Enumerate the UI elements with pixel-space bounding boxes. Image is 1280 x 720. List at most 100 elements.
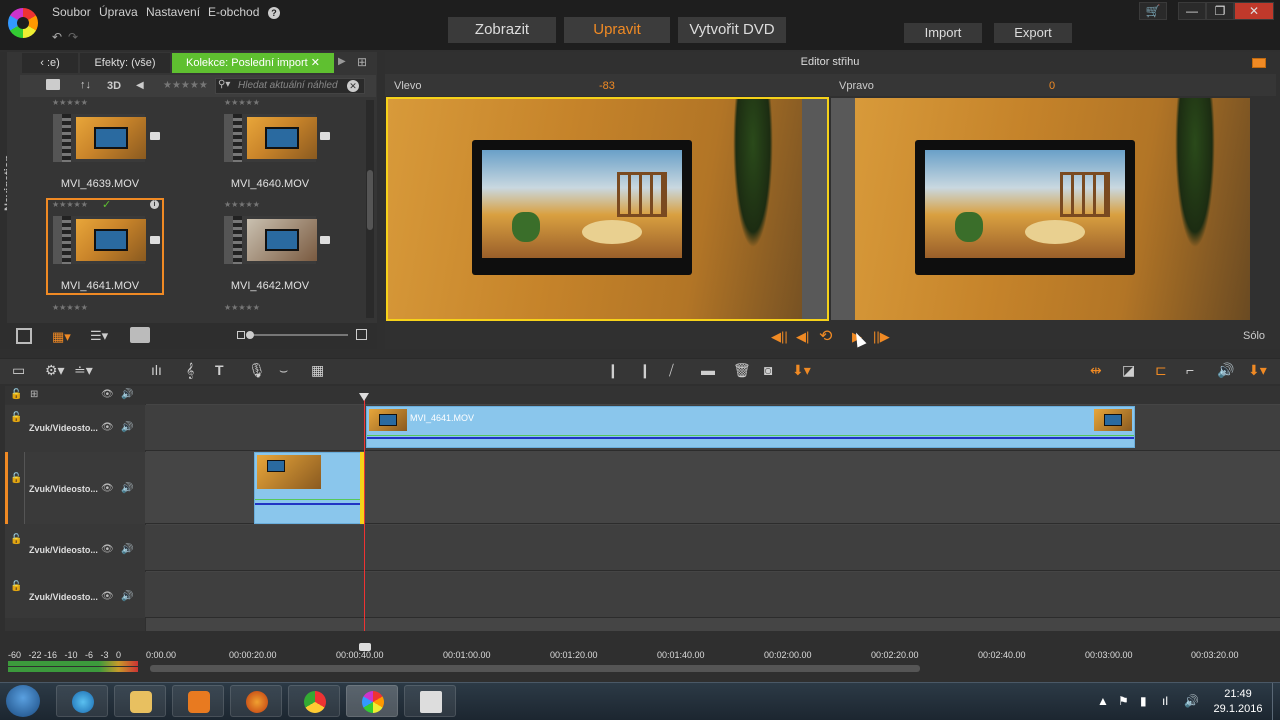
add-track-icon[interactable]: ⊞ bbox=[30, 389, 38, 400]
library-search-input[interactable]: Hledat aktuální náhled bbox=[215, 78, 365, 94]
clip-rating[interactable]: ★★★★★ bbox=[224, 303, 260, 312]
taskbar-internet-explorer[interactable] bbox=[56, 685, 108, 717]
loop-button[interactable]: ⟲ bbox=[819, 326, 832, 346]
folder-icon[interactable] bbox=[46, 79, 60, 90]
track-name[interactable]: Zvuk/Videosto... bbox=[29, 592, 98, 602]
track-speaker-icon[interactable]: 🔊 bbox=[121, 591, 133, 602]
settings-icon[interactable]: ⚙▾ bbox=[45, 362, 65, 379]
timeline-panel-icon[interactable]: ▭ bbox=[12, 362, 25, 379]
clip-label-mvi-4639[interactable]: MVI_4639.MOV bbox=[40, 178, 160, 190]
delete-icon[interactable]: 🗑 bbox=[733, 362, 751, 379]
tray-expand-icon[interactable]: ▲ bbox=[1097, 694, 1109, 708]
right-preview-frame[interactable] bbox=[855, 98, 1250, 320]
sort-icon[interactable]: ↑↓ bbox=[80, 79, 91, 91]
menu-settings[interactable]: Nastavení bbox=[146, 5, 200, 19]
scorefitter-icon[interactable]: 𝄞 bbox=[186, 362, 194, 379]
voiceover-icon[interactable]: 🎙 bbox=[248, 362, 266, 379]
tab-library-previous[interactable]: ‹ :e) bbox=[22, 53, 78, 73]
track-eye-icon[interactable]: 👁 bbox=[101, 591, 114, 602]
library-scrollbar-thumb[interactable] bbox=[367, 170, 373, 230]
app-logo-icon[interactable] bbox=[8, 8, 38, 38]
taskbar-recorder[interactable] bbox=[404, 685, 456, 717]
ruler-playhead-marker[interactable] bbox=[359, 643, 371, 651]
clip-label-mvi-4642[interactable]: MVI_4642.MOV bbox=[210, 280, 330, 292]
close-button[interactable]: ✕ bbox=[1234, 2, 1274, 20]
rating-filter[interactable]: ★★★★★ bbox=[163, 80, 208, 91]
3d-filter-button[interactable]: 3D bbox=[107, 80, 121, 92]
taskbar-explorer[interactable] bbox=[114, 685, 166, 717]
taskbar-chrome[interactable] bbox=[288, 685, 340, 717]
menu-edit[interactable]: Úprava bbox=[99, 5, 138, 19]
smart-mode-icon[interactable]: ◪ bbox=[1122, 362, 1135, 379]
grid-view-icon[interactable]: ▦▾ bbox=[52, 329, 71, 345]
timeline-scrollbar[interactable] bbox=[150, 665, 920, 672]
split-clip-icon[interactable]: ⧸ bbox=[669, 362, 674, 379]
clock-date[interactable]: 29.1.2016 bbox=[1208, 703, 1268, 715]
info-icon[interactable]: i bbox=[150, 200, 159, 209]
marker-icon[interactable]: ⬇▾ bbox=[792, 362, 811, 379]
clip-rating[interactable]: ★★★★★ bbox=[52, 98, 88, 107]
volume-icon[interactable]: 🔊 bbox=[1184, 694, 1199, 708]
battery-icon[interactable]: ▮ bbox=[1140, 694, 1147, 708]
taskbar-firefox[interactable] bbox=[230, 685, 282, 717]
taskbar-media-player[interactable] bbox=[172, 685, 224, 717]
track-lock-icon[interactable]: 🔓 bbox=[10, 412, 22, 423]
export-button[interactable]: Export bbox=[994, 23, 1072, 43]
show-desktop-button[interactable] bbox=[1272, 683, 1280, 720]
action-center-icon[interactable]: ⚑ bbox=[1118, 694, 1129, 708]
insert-mode-icon[interactable]: ⊏ bbox=[1155, 362, 1167, 379]
clip-thumbnail-mvi-4639[interactable] bbox=[53, 114, 146, 162]
audio-scrub-icon[interactable]: 🔊 bbox=[1217, 362, 1234, 379]
track-eye-icon[interactable]: 👁 bbox=[101, 483, 114, 494]
pin-icon[interactable]: ⊞ bbox=[357, 55, 367, 69]
menu-file[interactable]: Soubor bbox=[52, 5, 91, 19]
tab-collection-last-import[interactable]: Kolekce: Poslední import ✕ bbox=[172, 53, 334, 73]
track-eye-icon[interactable]: 👁 bbox=[101, 422, 114, 433]
clip-label-mvi-4640[interactable]: MVI_4640.MOV bbox=[210, 178, 330, 190]
track-name[interactable]: Zvuk/Videosto... bbox=[29, 545, 98, 555]
clip-rating[interactable]: ★★★★★ bbox=[224, 98, 260, 107]
cart-icon[interactable]: 🛒 bbox=[1139, 2, 1167, 20]
clip-thumbnail-mvi-4642[interactable] bbox=[224, 216, 317, 264]
dynamic-length-icon[interactable]: ⬇▾ bbox=[1248, 362, 1267, 379]
tab-scroll-right-icon[interactable]: ▶ bbox=[338, 56, 346, 67]
track-lock-icon[interactable]: 🔓 bbox=[10, 581, 22, 592]
track-speaker-icon[interactable]: 🔊 bbox=[121, 544, 133, 555]
tab-edit[interactable]: Upravit bbox=[564, 17, 670, 43]
go-to-out-point-button[interactable]: ||▶ bbox=[873, 329, 890, 345]
title-editor-icon[interactable]: T bbox=[215, 362, 224, 378]
taskbar-pinnacle[interactable] bbox=[346, 685, 398, 717]
library-panels-icon[interactable] bbox=[16, 328, 32, 344]
track-eye-icon[interactable]: 👁 bbox=[101, 544, 114, 555]
track-name[interactable]: Zvuk/Videosto... bbox=[29, 423, 98, 433]
tab-create-dvd[interactable]: Vytvořit DVD bbox=[678, 17, 786, 43]
tab-effects[interactable]: Efekty: (vše) bbox=[80, 53, 170, 73]
clip-rating[interactable]: ★★★★★ bbox=[52, 200, 88, 209]
snapshot-icon[interactable]: ◙ bbox=[764, 362, 772, 378]
list-view-icon[interactable]: ☰▾ bbox=[90, 328, 108, 344]
thumbnail-size-slider[interactable] bbox=[248, 334, 348, 336]
timeline-clip[interactable] bbox=[366, 406, 1135, 448]
speaker-all-icon[interactable]: 🔊 bbox=[121, 389, 133, 400]
menu-eshop[interactable]: E-obchod bbox=[208, 5, 259, 19]
undo-icon[interactable]: ↶ bbox=[52, 30, 62, 44]
trim-mode-icon[interactable]: ⌐ bbox=[1186, 362, 1194, 378]
restore-button[interactable]: ❐ bbox=[1206, 2, 1234, 20]
track-height-icon[interactable]: ≐▾ bbox=[74, 362, 93, 379]
tab-view[interactable]: Zobrazit bbox=[448, 17, 556, 43]
playhead[interactable] bbox=[364, 398, 365, 650]
go-to-in-point-button[interactable]: ◀|| bbox=[771, 329, 788, 345]
thumbnail-size-slider-handle[interactable] bbox=[246, 331, 254, 339]
track-name[interactable]: Zvuk/Videosto... bbox=[29, 484, 98, 494]
clear-search-icon[interactable]: ✕ bbox=[347, 80, 359, 92]
panel-layout-icon[interactable] bbox=[1252, 58, 1266, 68]
tag-icon[interactable]: ◀ bbox=[136, 80, 144, 91]
track-speaker-icon[interactable]: 🔊 bbox=[121, 422, 133, 433]
mark-in-icon[interactable]: ❙ bbox=[607, 362, 619, 379]
audio-mixer-icon[interactable]: ılı bbox=[151, 362, 162, 378]
redo-icon[interactable]: ↷ bbox=[68, 30, 78, 44]
slice-icon[interactable]: ▬ bbox=[701, 362, 715, 378]
magnet-icon[interactable]: ⇹ bbox=[1090, 362, 1102, 379]
clip-thumbnail-mvi-4641[interactable] bbox=[53, 216, 146, 264]
clock-time[interactable]: 21:49 bbox=[1213, 688, 1263, 700]
